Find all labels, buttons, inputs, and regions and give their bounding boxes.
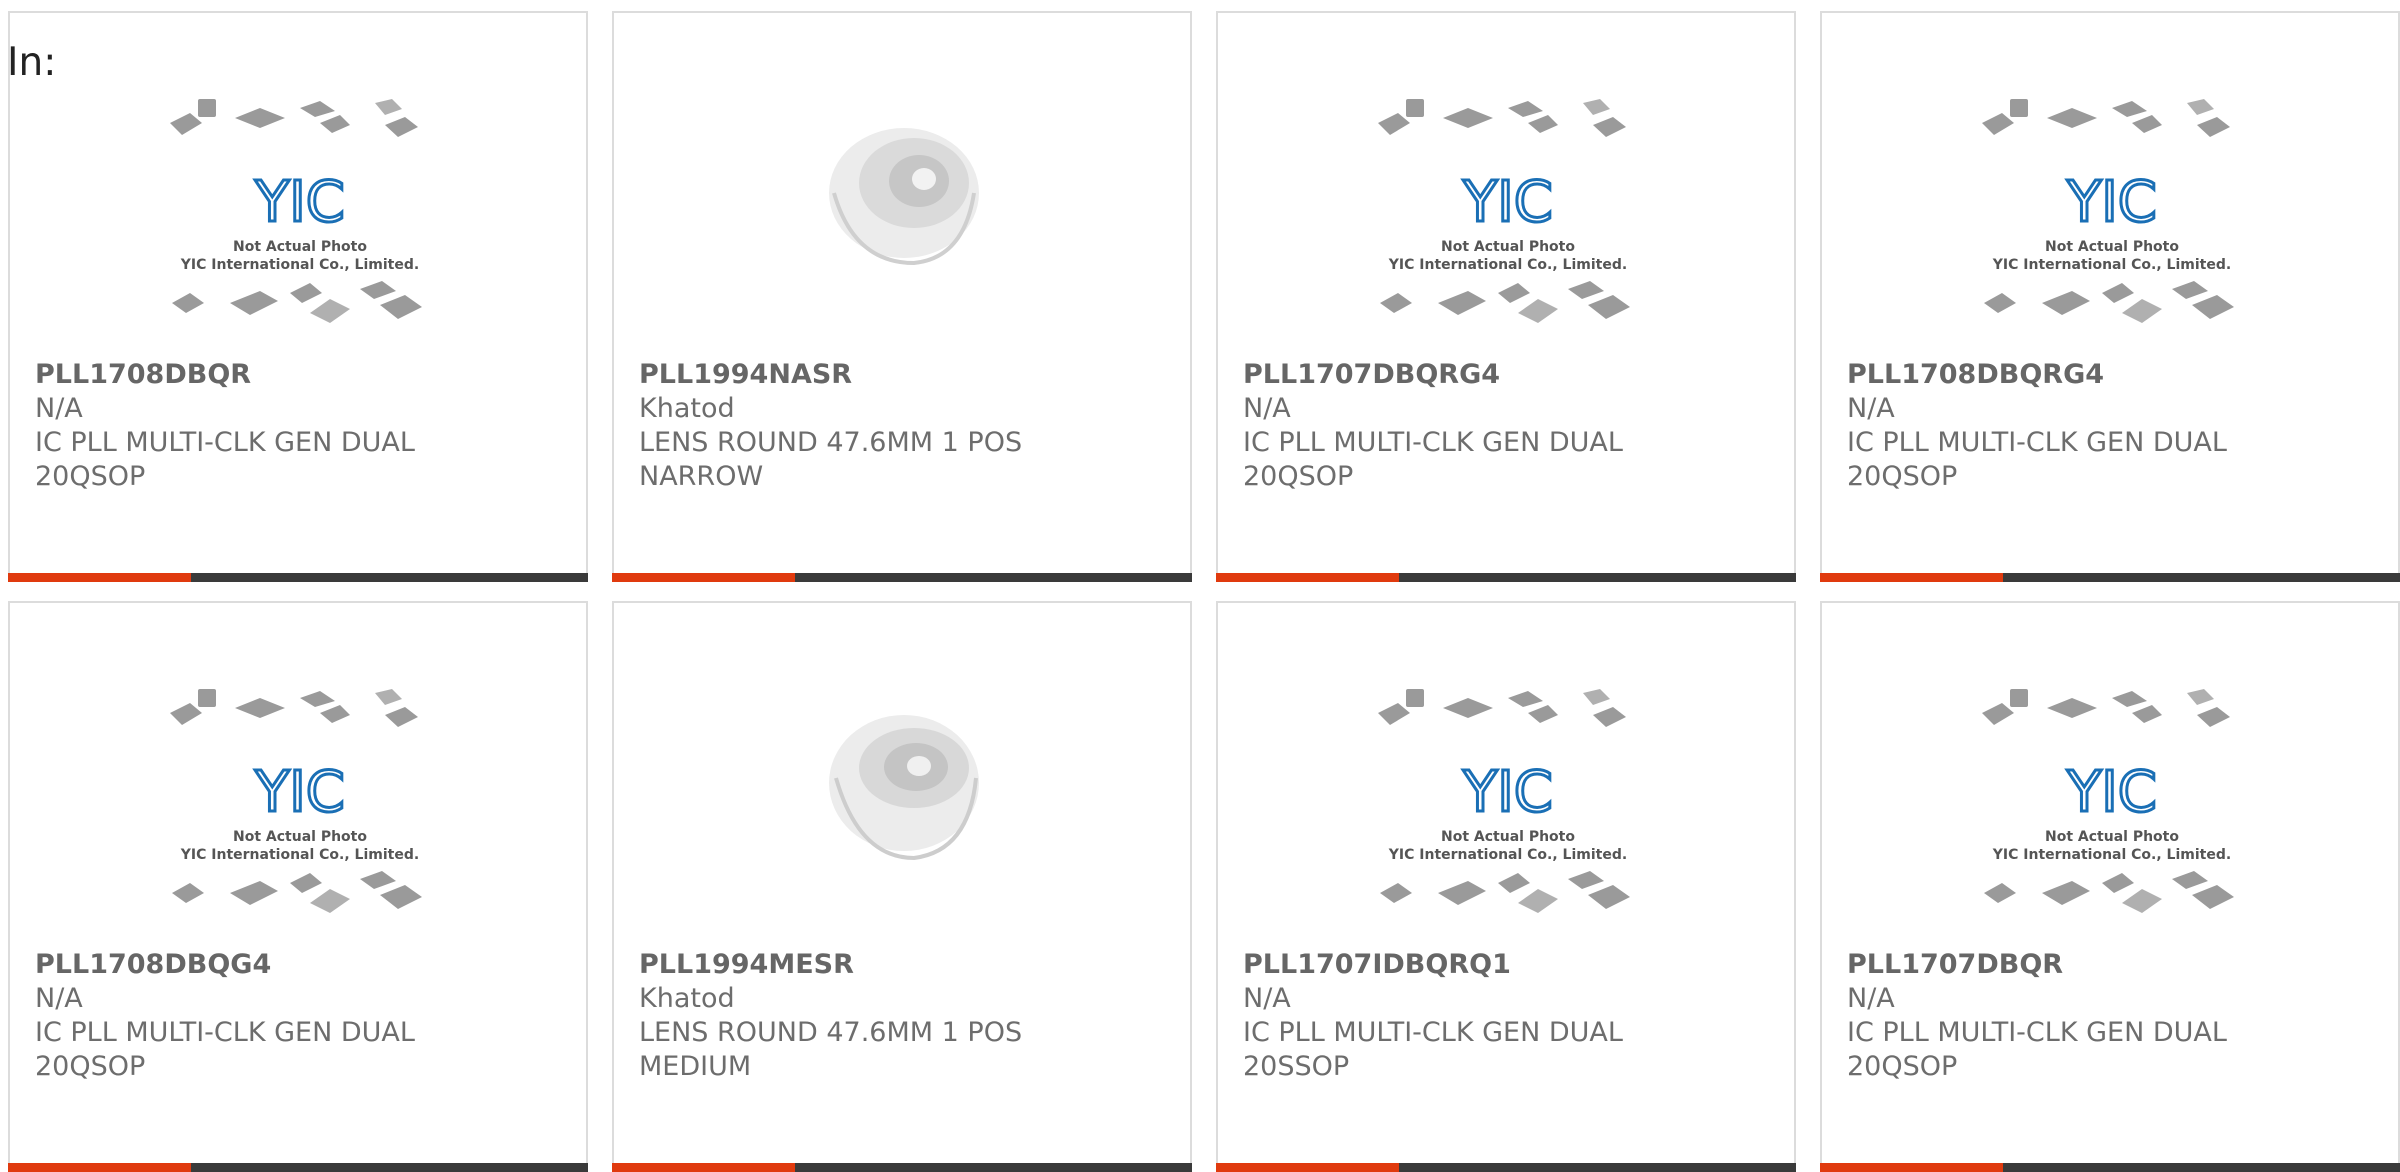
not-actual-photo-image: YIC Not Actual Photo YIC International C… <box>170 99 422 323</box>
part-number[interactable]: PLL1707DBQRG4 <box>1243 358 1763 392</box>
card-stripe <box>1216 573 1796 582</box>
not-actual-photo-image: YIC Not Actual Photo YIC International C… <box>1378 689 1630 913</box>
filter-label: In: <box>7 40 57 85</box>
manufacturer: N/A <box>35 983 83 1014</box>
svg-text:YIC International Co., Limited: YIC International Co., Limited. <box>1992 847 2231 863</box>
part-number[interactable]: PLL1707IDBQRQ1 <box>1243 948 1763 982</box>
not-actual-photo-image: YIC Not Actual Photo YIC International C… <box>1982 99 2234 323</box>
manufacturer: N/A <box>1847 983 1895 1014</box>
description: IC PLL MULTI-CLK GEN DUAL 20QSOP <box>1243 427 1623 492</box>
manufacturer: N/A <box>1847 393 1895 424</box>
product-card[interactable]: PLL1994MESR Khatod LENS ROUND 47.6MM 1 P… <box>612 601 1192 1172</box>
svg-text:Not Actual Photo: Not Actual Photo <box>1441 829 1575 845</box>
product-card[interactable]: PLL1994NASR Khatod LENS ROUND 47.6MM 1 P… <box>612 11 1192 582</box>
svg-text:YIC International Co., Limited: YIC International Co., Limited. <box>180 847 419 863</box>
lens-photo-image <box>829 715 979 861</box>
svg-text:YIC: YIC <box>2066 760 2157 825</box>
svg-text:YIC: YIC <box>1462 760 1553 825</box>
manufacturer: N/A <box>35 393 83 424</box>
part-number[interactable]: PLL1708DBQG4 <box>35 948 555 982</box>
part-number[interactable]: PLL1708DBQRG4 <box>1847 358 2367 392</box>
part-number[interactable]: PLL1708DBQR <box>35 358 555 392</box>
description: IC PLL MULTI-CLK GEN DUAL 20SSOP <box>1243 1017 1623 1082</box>
card-stripe <box>8 573 588 582</box>
card-stripe <box>612 1163 1192 1172</box>
svg-text:Not Actual Photo: Not Actual Photo <box>233 829 367 845</box>
manufacturer: Khatod <box>639 393 735 424</box>
part-number[interactable]: PLL1707DBQR <box>1847 948 2367 982</box>
product-card[interactable]: YIC Not Actual Photo YIC International C… <box>8 11 588 582</box>
card-stripe <box>1820 573 2400 582</box>
description: IC PLL MULTI-CLK GEN DUAL 20QSOP <box>1847 1017 2227 1082</box>
description: IC PLL MULTI-CLK GEN DUAL 20QSOP <box>35 1017 415 1082</box>
product-card[interactable]: YIC Not Actual Photo YIC International C… <box>1820 601 2400 1172</box>
product-card[interactable]: YIC Not Actual Photo YIC International C… <box>1820 11 2400 582</box>
product-card[interactable]: YIC Not Actual Photo YIC International C… <box>1216 601 1796 1172</box>
svg-text:Not Actual Photo: Not Actual Photo <box>233 239 367 255</box>
part-number[interactable]: PLL1994MESR <box>639 948 1159 982</box>
svg-text:Not Actual Photo: Not Actual Photo <box>2045 239 2179 255</box>
card-stripe <box>1216 1163 1796 1172</box>
manufacturer: N/A <box>1243 393 1291 424</box>
card-stripe <box>1820 1163 2400 1172</box>
not-actual-photo-image: YIC Not Actual Photo YIC International C… <box>1378 99 1630 323</box>
lens-photo-image <box>829 128 979 266</box>
not-actual-photo-image: YIC Not Actual Photo YIC International C… <box>170 689 422 913</box>
card-stripe <box>8 1163 588 1172</box>
svg-text:YIC International Co., Limited: YIC International Co., Limited. <box>180 257 419 273</box>
part-number[interactable]: PLL1994NASR <box>639 358 1159 392</box>
description: IC PLL MULTI-CLK GEN DUAL 20QSOP <box>35 427 415 492</box>
description: LENS ROUND 47.6MM 1 POS NARROW <box>639 427 1023 492</box>
svg-text:YIC International Co., Limited: YIC International Co., Limited. <box>1992 257 2231 273</box>
svg-text:YIC International Co., Limited: YIC International Co., Limited. <box>1388 257 1627 273</box>
description: IC PLL MULTI-CLK GEN DUAL 20QSOP <box>1847 427 2227 492</box>
card-stripe <box>612 573 1192 582</box>
svg-text:Not Actual Photo: Not Actual Photo <box>2045 829 2179 845</box>
manufacturer: N/A <box>1243 983 1291 1014</box>
product-card[interactable]: YIC Not Actual Photo YIC International C… <box>8 601 588 1172</box>
svg-text:Not Actual Photo: Not Actual Photo <box>1441 239 1575 255</box>
svg-text:YIC International Co., Limited: YIC International Co., Limited. <box>1388 847 1627 863</box>
svg-text:YIC: YIC <box>1462 170 1553 235</box>
not-actual-photo-image: YIC Not Actual Photo YIC International C… <box>1982 689 2234 913</box>
product-card[interactable]: YIC Not Actual Photo YIC International C… <box>1216 11 1796 582</box>
svg-text:YIC: YIC <box>254 760 345 825</box>
manufacturer: Khatod <box>639 983 735 1014</box>
description: LENS ROUND 47.6MM 1 POS MEDIUM <box>639 1017 1023 1082</box>
product-grid: YIC Not Actual Photo YIC International C… <box>0 0 2400 1172</box>
svg-text:YIC: YIC <box>254 170 345 235</box>
svg-text:YIC: YIC <box>2066 170 2157 235</box>
